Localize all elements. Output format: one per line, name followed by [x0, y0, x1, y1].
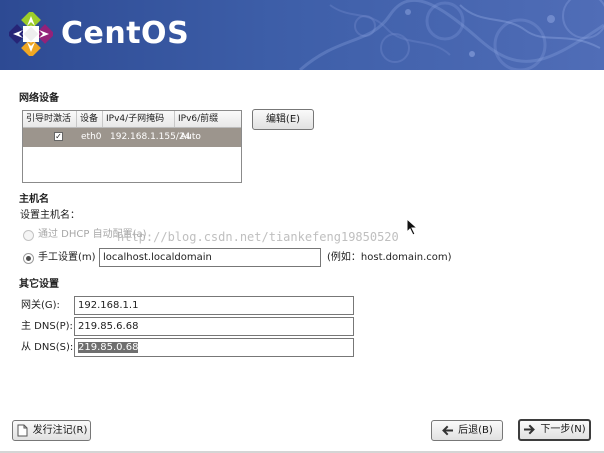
checkbox-checked-icon[interactable]: ✓	[54, 132, 63, 141]
column-ipv4: IPv4/子网掩码	[103, 111, 175, 127]
primary-dns-input[interactable]: 219.85.6.68	[74, 317, 354, 336]
primary-dns-label: 主 DNS(P):	[21, 321, 73, 332]
next-button[interactable]: 下一步(N)	[518, 419, 591, 441]
device-ipv6: Auto	[180, 132, 201, 142]
arrow-right-icon	[524, 424, 536, 434]
arrow-left-icon	[442, 425, 454, 435]
document-icon	[17, 424, 28, 436]
device-name: eth0	[81, 132, 102, 142]
set-hostname-label: 设置主机名：	[20, 210, 80, 221]
secondary-dns-input[interactable]: 219.85.0.68	[74, 338, 354, 357]
release-notes-button[interactable]: 发行注记(R)	[12, 420, 91, 441]
mouse-pointer-icon	[406, 218, 418, 236]
centos-banner: CentOS	[0, 0, 604, 70]
column-activate-on-boot: 引导时激活	[23, 111, 77, 127]
back-label: 后退(B)	[458, 425, 493, 436]
brand-name: CentOS	[61, 16, 190, 51]
hostname-input[interactable]: localhost.localdomain	[99, 248, 321, 267]
other-settings-title: 其它设置	[19, 279, 59, 290]
hostname-title: 主机名	[19, 194, 49, 205]
back-button[interactable]: 后退(B)	[431, 420, 503, 441]
network-devices-table-header: 引导时激活 设备 IPv4/子网掩码 IPv6/前缀	[23, 111, 241, 128]
network-device-row[interactable]: ✓ eth0 192.168.1.155/24 Auto	[23, 128, 241, 147]
secondary-dns-selected-value: 219.85.0.68	[78, 342, 139, 353]
manual-option-label: 手工设置(m)	[38, 252, 96, 263]
gateway-input[interactable]: 192.168.1.1	[74, 296, 354, 315]
centos-logo-icon	[9, 12, 53, 56]
installer-window: CentOS 网络设备 引导时激活 设备 IPv4/子网掩码 IPv6/前缀 ✓…	[0, 0, 604, 453]
gateway-label: 网关(G):	[21, 300, 60, 311]
release-notes-label: 发行注记(R)	[32, 425, 88, 436]
network-devices-table[interactable]: 引导时激活 设备 IPv4/子网掩码 IPv6/前缀 ✓ eth0 192.16…	[22, 110, 242, 183]
network-devices-title: 网络设备	[19, 93, 59, 104]
watermark-text: http://blog.csdn.net/tiankefeng19850520	[117, 230, 399, 244]
next-label: 下一步(N)	[540, 424, 586, 435]
edit-button[interactable]: 编辑(E)	[252, 109, 314, 130]
hostname-example: (例如：host.domain.com)	[327, 252, 452, 263]
column-device: 设备	[77, 111, 103, 127]
secondary-dns-label: 从 DNS(S):	[21, 342, 74, 353]
device-ipv4: 192.168.1.155/24	[110, 132, 191, 142]
column-ipv6: IPv6/前缀	[178, 114, 219, 124]
dhcp-radio[interactable]	[23, 230, 34, 241]
manual-radio[interactable]	[23, 253, 34, 264]
